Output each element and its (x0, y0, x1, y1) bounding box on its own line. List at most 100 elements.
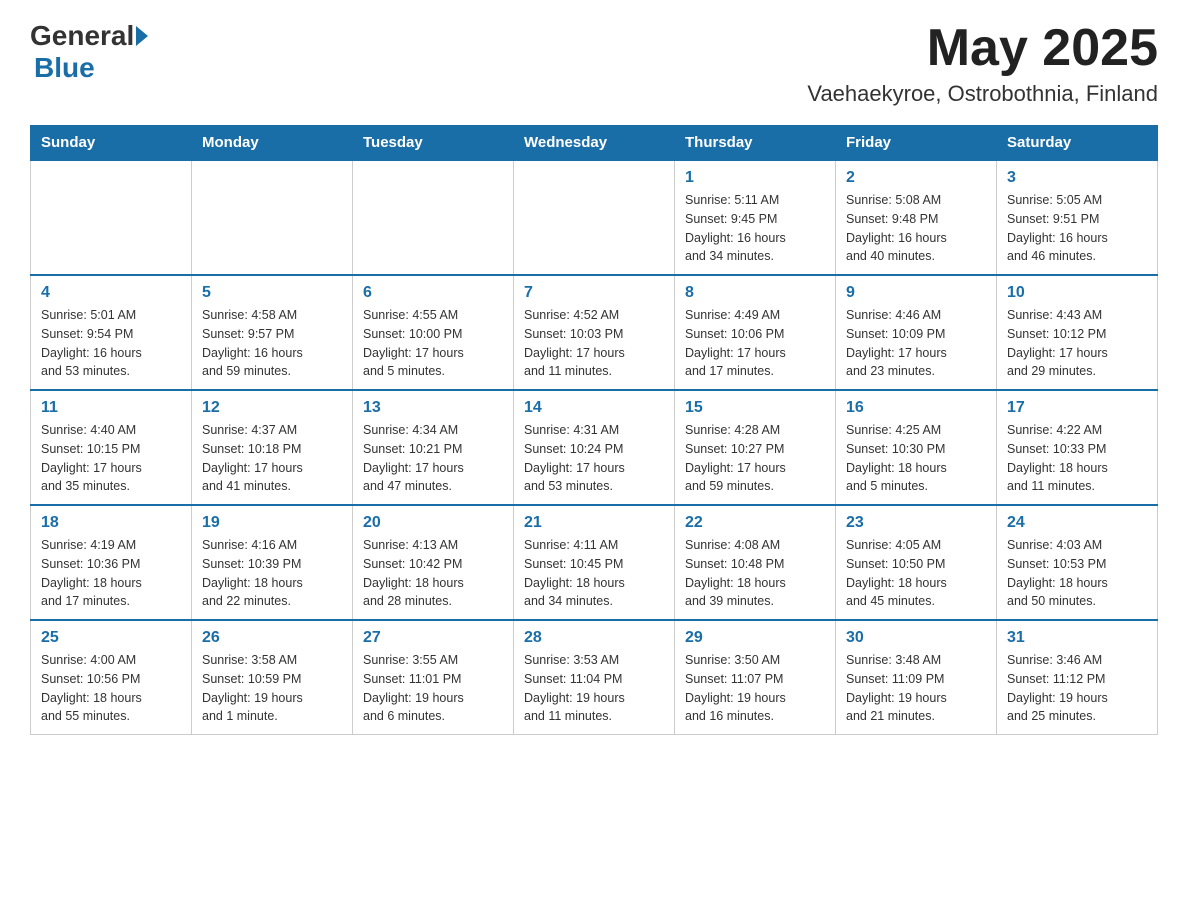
calendar-cell: 2Sunrise: 5:08 AM Sunset: 9:48 PM Daylig… (836, 160, 997, 275)
day-number: 3 (1007, 169, 1147, 187)
logo-arrow-icon (136, 26, 148, 46)
day-number: 26 (202, 629, 342, 647)
calendar-cell (31, 160, 192, 275)
day-info: Sunrise: 3:46 AM Sunset: 11:12 PM Daylig… (1007, 651, 1147, 726)
calendar-cell (192, 160, 353, 275)
day-info: Sunrise: 4:31 AM Sunset: 10:24 PM Daylig… (524, 421, 664, 496)
calendar-cell: 29 Sunrise: 3:50 AM Sunset: 11:07 PM Dayl… (675, 620, 836, 735)
day-number: 6 (363, 284, 503, 302)
calendar-cell: 20Sunrise: 4:13 AM Sunset: 10:42 PM Dayl… (353, 505, 514, 620)
weekday-header-tuesday: Tuesday (353, 126, 514, 161)
day-number: 29 (685, 629, 825, 647)
weekday-header-wednesday: Wednesday (514, 126, 675, 161)
day-number: 7 (524, 284, 664, 302)
calendar-cell: 8 Sunrise: 4:49 AM Sunset: 10:06 PM Dayli… (675, 275, 836, 390)
day-info: Sunrise: 4:28 AM Sunset: 10:27 PM Daylig… (685, 421, 825, 496)
day-number: 4 (41, 284, 181, 302)
day-info: Sunrise: 4:49 AM Sunset: 10:06 PM Daylig… (685, 306, 825, 381)
day-info: Sunrise: 3:55 AM Sunset: 11:01 PM Daylig… (363, 651, 503, 726)
day-number: 14 (524, 399, 664, 417)
month-title: May 2025 (807, 20, 1158, 77)
day-info: Sunrise: 4:37 AM Sunset: 10:18 PM Daylig… (202, 421, 342, 496)
calendar-cell: 28 Sunrise: 3:53 AM Sunset: 11:04 PM Dayl… (514, 620, 675, 735)
day-number: 31 (1007, 629, 1147, 647)
logo-blue-text: Blue (34, 52, 95, 83)
logo-general-text: General (30, 20, 134, 52)
weekday-header-saturday: Saturday (997, 126, 1158, 161)
day-info: Sunrise: 4:00 AM Sunset: 10:56 PM Daylig… (41, 651, 181, 726)
day-info: Sunrise: 4:52 AM Sunset: 10:03 PM Daylig… (524, 306, 664, 381)
day-number: 25 (41, 629, 181, 647)
weekday-header-friday: Friday (836, 126, 997, 161)
calendar-cell: 7 Sunrise: 4:52 AM Sunset: 10:03 PM Dayli… (514, 275, 675, 390)
day-number: 18 (41, 514, 181, 532)
day-info: Sunrise: 4:34 AM Sunset: 10:21 PM Daylig… (363, 421, 503, 496)
day-number: 11 (41, 399, 181, 417)
day-number: 30 (846, 629, 986, 647)
day-number: 8 (685, 284, 825, 302)
calendar-cell: 22Sunrise: 4:08 AM Sunset: 10:48 PM Dayl… (675, 505, 836, 620)
week-row-1: 1 Sunrise: 5:11 AM Sunset: 9:45 PM Daylig… (31, 160, 1158, 275)
day-number: 1 (685, 169, 825, 187)
day-number: 12 (202, 399, 342, 417)
day-info: Sunrise: 3:48 AM Sunset: 11:09 PM Daylig… (846, 651, 986, 726)
calendar-cell: 17Sunrise: 4:22 AM Sunset: 10:33 PM Dayl… (997, 390, 1158, 505)
calendar-cell: 23 Sunrise: 4:05 AM Sunset: 10:50 PM Dayl… (836, 505, 997, 620)
calendar-cell: 15 Sunrise: 4:28 AM Sunset: 10:27 PM Dayl… (675, 390, 836, 505)
day-number: 2 (846, 169, 986, 187)
logo: General Blue (30, 20, 150, 84)
weekday-header-monday: Monday (192, 126, 353, 161)
day-info: Sunrise: 4:46 AM Sunset: 10:09 PM Daylig… (846, 306, 986, 381)
day-info: Sunrise: 5:11 AM Sunset: 9:45 PM Dayligh… (685, 191, 825, 266)
calendar-cell: 14 Sunrise: 4:31 AM Sunset: 10:24 PM Dayl… (514, 390, 675, 505)
day-info: Sunrise: 4:58 AM Sunset: 9:57 PM Dayligh… (202, 306, 342, 381)
day-info: Sunrise: 3:53 AM Sunset: 11:04 PM Daylig… (524, 651, 664, 726)
calendar-cell: 21Sunrise: 4:11 AM Sunset: 10:45 PM Dayl… (514, 505, 675, 620)
calendar-cell: 11 Sunrise: 4:40 AM Sunset: 10:15 PM Dayl… (31, 390, 192, 505)
day-number: 27 (363, 629, 503, 647)
location-text: Vaehaekyroe, Ostrobothnia, Finland (807, 81, 1158, 107)
day-info: Sunrise: 3:58 AM Sunset: 10:59 PM Daylig… (202, 651, 342, 726)
week-row-5: 25 Sunrise: 4:00 AM Sunset: 10:56 PM Dayl… (31, 620, 1158, 735)
calendar-cell: 31 Sunrise: 3:46 AM Sunset: 11:12 PM Dayl… (997, 620, 1158, 735)
weekday-header-thursday: Thursday (675, 126, 836, 161)
week-row-3: 11 Sunrise: 4:40 AM Sunset: 10:15 PM Dayl… (31, 390, 1158, 505)
day-number: 9 (846, 284, 986, 302)
day-info: Sunrise: 4:11 AM Sunset: 10:45 PM Daylig… (524, 536, 664, 611)
weekday-header-sunday: Sunday (31, 126, 192, 161)
calendar-cell: 26 Sunrise: 3:58 AM Sunset: 10:59 PM Dayl… (192, 620, 353, 735)
title-area: May 2025 Vaehaekyroe, Ostrobothnia, Finl… (807, 20, 1158, 107)
day-number: 28 (524, 629, 664, 647)
week-row-2: 4 Sunrise: 5:01 AM Sunset: 9:54 PM Daylig… (31, 275, 1158, 390)
day-info: Sunrise: 4:19 AM Sunset: 10:36 PM Daylig… (41, 536, 181, 611)
calendar-table: SundayMondayTuesdayWednesdayThursdayFrid… (30, 125, 1158, 735)
calendar-cell: 13Sunrise: 4:34 AM Sunset: 10:21 PM Dayl… (353, 390, 514, 505)
calendar-cell: 6Sunrise: 4:55 AM Sunset: 10:00 PM Dayli… (353, 275, 514, 390)
calendar-cell: 19Sunrise: 4:16 AM Sunset: 10:39 PM Dayl… (192, 505, 353, 620)
calendar-cell: 10 Sunrise: 4:43 AM Sunset: 10:12 PM Dayl… (997, 275, 1158, 390)
day-number: 23 (846, 514, 986, 532)
calendar-cell: 30 Sunrise: 3:48 AM Sunset: 11:09 PM Dayl… (836, 620, 997, 735)
day-number: 16 (846, 399, 986, 417)
day-info: Sunrise: 4:22 AM Sunset: 10:33 PM Daylig… (1007, 421, 1147, 496)
day-number: 10 (1007, 284, 1147, 302)
day-info: Sunrise: 4:40 AM Sunset: 10:15 PM Daylig… (41, 421, 181, 496)
day-info: Sunrise: 5:01 AM Sunset: 9:54 PM Dayligh… (41, 306, 181, 381)
calendar-cell: 3 Sunrise: 5:05 AM Sunset: 9:51 PM Daylig… (997, 160, 1158, 275)
calendar-cell: 27 Sunrise: 3:55 AM Sunset: 11:01 PM Dayl… (353, 620, 514, 735)
day-info: Sunrise: 4:43 AM Sunset: 10:12 PM Daylig… (1007, 306, 1147, 381)
day-info: Sunrise: 4:08 AM Sunset: 10:48 PM Daylig… (685, 536, 825, 611)
day-info: Sunrise: 4:25 AM Sunset: 10:30 PM Daylig… (846, 421, 986, 496)
day-info: Sunrise: 3:50 AM Sunset: 11:07 PM Daylig… (685, 651, 825, 726)
day-info: Sunrise: 4:13 AM Sunset: 10:42 PM Daylig… (363, 536, 503, 611)
week-row-4: 18 Sunrise: 4:19 AM Sunset: 10:36 PM Dayl… (31, 505, 1158, 620)
calendar-cell: 9 Sunrise: 4:46 AM Sunset: 10:09 PM Dayli… (836, 275, 997, 390)
weekday-header-row: SundayMondayTuesdayWednesdayThursdayFrid… (31, 126, 1158, 161)
calendar-cell: 16 Sunrise: 4:25 AM Sunset: 10:30 PM Dayl… (836, 390, 997, 505)
day-number: 15 (685, 399, 825, 417)
day-info: Sunrise: 4:16 AM Sunset: 10:39 PM Daylig… (202, 536, 342, 611)
day-info: Sunrise: 4:05 AM Sunset: 10:50 PM Daylig… (846, 536, 986, 611)
page-header: General Blue May 2025 Vaehaekyroe, Ostro… (30, 20, 1158, 107)
calendar-cell: 24Sunrise: 4:03 AM Sunset: 10:53 PM Dayl… (997, 505, 1158, 620)
day-info: Sunrise: 5:05 AM Sunset: 9:51 PM Dayligh… (1007, 191, 1147, 266)
